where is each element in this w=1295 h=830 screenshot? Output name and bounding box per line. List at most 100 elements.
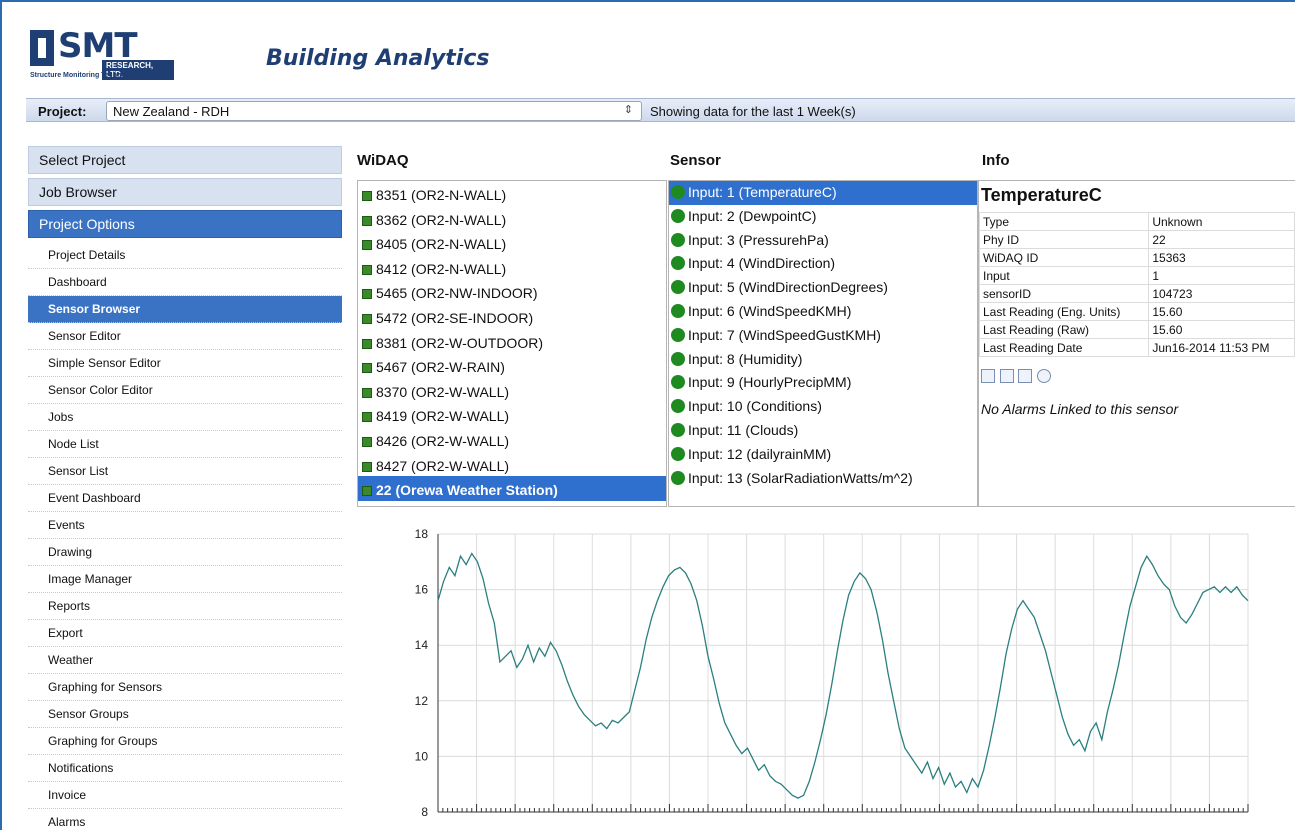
- sidebar-item-simple-sensor-editor[interactable]: Simple Sensor Editor: [28, 350, 342, 377]
- sidebar-item-dashboard[interactable]: Dashboard: [28, 269, 342, 296]
- widaq-row[interactable]: 8405 (OR2-N-WALL): [358, 230, 666, 255]
- info-column-title: Info: [982, 152, 1010, 169]
- sensor-row[interactable]: Input: 9 (HourlyPrecipMM): [669, 371, 977, 395]
- sensor-row-label: Input: 9 (HourlyPrecipMM): [688, 374, 852, 391]
- chart-y-tick-label: 16: [415, 583, 429, 597]
- info-value: 15.60: [1148, 320, 1295, 339]
- info-key: Type: [979, 212, 1150, 231]
- company-logo: SMT RESEARCH, LTD. Structure Monitoring …: [26, 26, 174, 82]
- sidebar-item-export[interactable]: Export: [28, 620, 342, 647]
- sensor-row-label: Input: 4 (WindDirection): [688, 255, 836, 272]
- sidebar-item-sensor-browser[interactable]: Sensor Browser: [28, 296, 342, 323]
- sensor-row[interactable]: Input: 12 (dailyrainMM): [669, 443, 977, 467]
- info-value: 104723: [1148, 284, 1295, 303]
- sidebar-item-image-manager[interactable]: Image Manager: [28, 566, 342, 593]
- widaq-row[interactable]: 8426 (OR2-W-WALL): [358, 427, 666, 452]
- table-icon[interactable]: [1018, 368, 1033, 383]
- sensor-row-label: Input: 3 (PressurehPa): [688, 231, 829, 248]
- sidebar-item-reports[interactable]: Reports: [28, 593, 342, 620]
- sidebar-item-sensor-list[interactable]: Sensor List: [28, 458, 342, 485]
- widaq-device-icon: [362, 313, 372, 324]
- alarm-icon[interactable]: [1036, 368, 1051, 383]
- logo-tagline: Structure Monitoring Technology: [30, 72, 140, 79]
- sidebar-item-events[interactable]: Events: [28, 512, 342, 539]
- widaq-row[interactable]: 8381 (OR2-W-OUTDOOR): [358, 329, 666, 354]
- sensor-row[interactable]: Input: 3 (PressurehPa): [669, 229, 977, 253]
- sensor-row[interactable]: Input: 13 (SolarRadiationWatts/m^2): [669, 467, 977, 491]
- widaq-row[interactable]: 5467 (OR2-W-RAIN): [358, 353, 666, 378]
- widaq-row[interactable]: 8427 (OR2-W-WALL): [358, 452, 666, 477]
- sidebar-item-drawing[interactable]: Drawing: [28, 539, 342, 566]
- sidebar-item-sensor-color-editor[interactable]: Sensor Color Editor: [28, 377, 342, 404]
- sensor-row[interactable]: Input: 2 (DewpointC): [669, 205, 977, 229]
- sensor-row[interactable]: Input: 11 (Clouds): [669, 419, 977, 443]
- widaq-device-icon: [362, 461, 372, 472]
- sensor-row[interactable]: Input: 10 (Conditions): [669, 395, 977, 419]
- sensor-row-label: Input: 5 (WindDirectionDegrees): [688, 279, 888, 296]
- select-arrows-icon: ⇕: [623, 104, 633, 116]
- info-panel: TemperatureC Type Unknown Phy ID 22 WiDAQ ID…: [978, 180, 1295, 507]
- widaq-row[interactable]: 8412 (OR2-N-WALL): [358, 255, 666, 280]
- sidebar-menu: Project Details Dashboard Sensor Browser Se…: [28, 242, 342, 830]
- widaq-row[interactable]: 22 (Orewa Weather Station): [358, 476, 666, 501]
- widaq-row[interactable]: 8351 (OR2-N-WALL): [358, 181, 666, 206]
- sidebar-item-jobs[interactable]: Jobs: [28, 404, 342, 431]
- sensor-status-icon: [671, 232, 685, 247]
- info-value: 22: [1148, 230, 1295, 249]
- sensor-row[interactable]: Input: 5 (WindDirectionDegrees): [669, 276, 977, 300]
- sensor-row[interactable]: Input: 1 (TemperatureC): [669, 181, 977, 205]
- sensor-list[interactable]: Input: 1 (TemperatureC) Input: 2 (Dewpoin…: [668, 180, 978, 507]
- chart-y-tick-label: 10: [415, 749, 429, 763]
- widaq-row[interactable]: 8362 (OR2-N-WALL): [358, 206, 666, 231]
- sidebar-item-graphing-for-groups[interactable]: Graphing for Groups: [28, 728, 342, 755]
- info-row: Input 1: [979, 266, 1295, 285]
- sidebar-item-sensor-groups[interactable]: Sensor Groups: [28, 701, 342, 728]
- sensor-row-label: Input: 6 (WindSpeedKMH): [688, 302, 852, 319]
- sensor-row-label: Input: 1 (TemperatureC): [688, 184, 837, 200]
- sidebar-item-invoice[interactable]: Invoice: [28, 782, 342, 809]
- sidebar-item-notifications[interactable]: Notifications: [28, 755, 342, 782]
- widaq-list[interactable]: 8351 (OR2-N-WALL) 8362 (OR2-N-WALL) 8405 (…: [357, 180, 667, 507]
- widaq-row-label: 5465 (OR2-NW-INDOOR): [376, 285, 538, 302]
- sensor-row[interactable]: Input: 4 (WindDirection): [669, 252, 977, 276]
- sidebar-item-sensor-editor[interactable]: Sensor Editor: [28, 323, 342, 350]
- widaq-row[interactable]: 5472 (OR2-SE-INDOOR): [358, 304, 666, 329]
- sidebar-item-node-list[interactable]: Node List: [28, 431, 342, 458]
- info-key: Last Reading (Eng. Units): [979, 302, 1150, 321]
- sidebar-job-browser[interactable]: Job Browser: [28, 178, 342, 206]
- widaq-device-icon: [362, 363, 372, 374]
- widaq-device-icon: [362, 264, 372, 275]
- widaq-row[interactable]: 5465 (OR2-NW-INDOOR): [358, 279, 666, 304]
- project-label: Project:: [38, 104, 87, 119]
- sensor-row[interactable]: Input: 8 (Humidity): [669, 348, 977, 372]
- sidebar-item-alarms[interactable]: Alarms: [28, 809, 342, 830]
- info-value: 15.60: [1148, 302, 1295, 321]
- app-title: Building Analytics: [266, 46, 490, 71]
- info-row: Last Reading (Raw) 15.60: [979, 320, 1295, 339]
- edit-icon[interactable]: [981, 368, 995, 383]
- project-select[interactable]: New Zealand - RDH ⇕: [106, 101, 642, 121]
- project-bar: Project: New Zealand - RDH ⇕ Showing dat…: [26, 98, 1295, 122]
- no-alarms-text: No Alarms Linked to this sensor: [981, 401, 1179, 417]
- sidebar-item-project-details[interactable]: Project Details: [28, 242, 342, 269]
- widaq-row[interactable]: 8370 (OR2-W-WALL): [358, 378, 666, 403]
- widaq-row-label: 5467 (OR2-W-RAIN): [376, 359, 505, 376]
- sidebar-item-event-dashboard[interactable]: Event Dashboard: [28, 485, 342, 512]
- widaq-row-label: 8426 (OR2-W-WALL): [376, 432, 510, 449]
- sensor-row[interactable]: Input: 6 (WindSpeedKMH): [669, 300, 977, 324]
- widaq-row-label: 8412 (OR2-N-WALL): [376, 260, 507, 277]
- sensor-row[interactable]: Input: 7 (WindSpeedGustKMH): [669, 324, 977, 348]
- sensor-status-icon: [671, 375, 685, 390]
- widaq-row-label: 8362 (OR2-N-WALL): [376, 211, 507, 228]
- sensor-column-title: Sensor: [670, 152, 721, 169]
- sidebar-item-graphing-for-sensors[interactable]: Graphing for Sensors: [28, 674, 342, 701]
- sidebar-select-project[interactable]: Select Project: [28, 146, 342, 174]
- date-range-text: Showing data for the last 1 Week(s): [650, 104, 856, 119]
- sidebar-item-weather[interactable]: Weather: [28, 647, 342, 674]
- widaq-row[interactable]: 8419 (OR2-W-WALL): [358, 402, 666, 427]
- info-row: Phy ID 22: [979, 230, 1295, 249]
- graph-icon[interactable]: [999, 368, 1014, 383]
- sidebar-project-options[interactable]: Project Options: [28, 210, 342, 238]
- info-key: WiDAQ ID: [979, 248, 1150, 267]
- widaq-row-label: 22 (Orewa Weather Station): [376, 482, 558, 499]
